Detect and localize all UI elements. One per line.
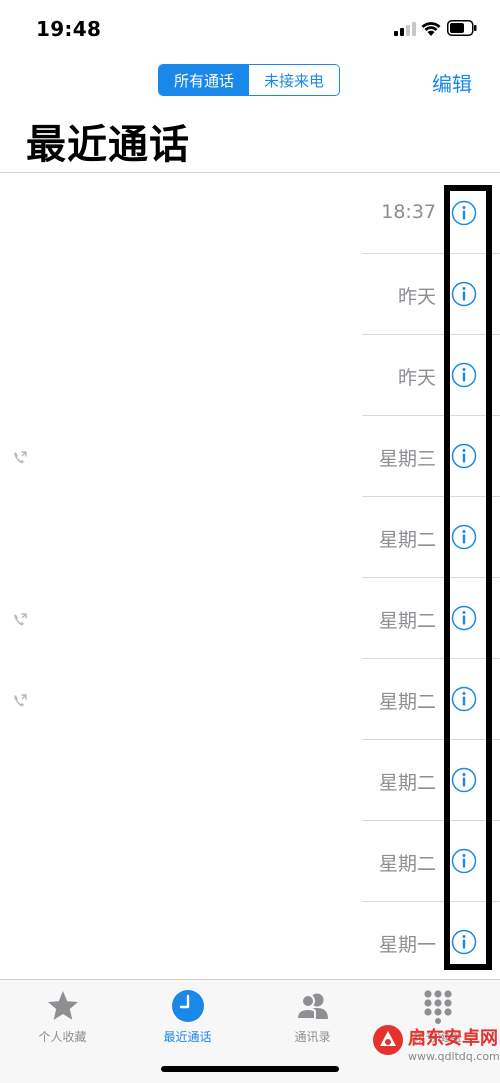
call-time: 星期二 xyxy=(378,853,436,875)
status-bar: 19:48 xyxy=(0,0,500,56)
tab-recents[interactable]: 最近通话 xyxy=(125,988,250,1045)
info-icon[interactable] xyxy=(451,929,477,955)
info-icon[interactable] xyxy=(451,848,477,874)
outgoing-call-icon xyxy=(14,694,27,707)
star-icon xyxy=(47,991,78,1020)
call-time: 星期三 xyxy=(378,448,436,470)
watermark-logo-icon xyxy=(373,1025,403,1055)
tab-contacts[interactable]: 通讯录 xyxy=(250,988,375,1045)
call-row[interactable]: 星期三 xyxy=(0,416,500,497)
call-row[interactable]: 昨天 xyxy=(0,254,500,335)
call-row[interactable]: 星期二 xyxy=(0,821,500,902)
watermark-name: 启东安卓网 xyxy=(408,1028,498,1049)
call-time: 昨天 xyxy=(397,286,436,308)
battery-icon xyxy=(447,20,477,36)
segment-missed-calls[interactable]: 未接来电 xyxy=(249,65,339,95)
tab-label: 个人收藏 xyxy=(38,1030,87,1044)
info-icon[interactable] xyxy=(451,443,477,469)
call-time: 星期二 xyxy=(378,529,436,551)
watermark-url: www.qdltdq.com xyxy=(408,1050,500,1063)
call-time: 星期二 xyxy=(378,691,436,713)
tab-label: 通讯录 xyxy=(294,1030,331,1044)
wifi-icon xyxy=(421,22,441,36)
call-time: 星期二 xyxy=(378,772,436,794)
call-time: 昨天 xyxy=(397,367,436,389)
tab-favorites[interactable]: 个人收藏 xyxy=(0,988,125,1045)
call-row[interactable]: 星期二 xyxy=(0,740,500,821)
page-title: 最近通话 xyxy=(26,122,190,168)
info-icon[interactable] xyxy=(451,767,477,793)
cellular-signal-icon xyxy=(394,22,416,36)
call-time: 星期一 xyxy=(378,934,436,956)
clock-icon xyxy=(171,990,204,1022)
info-icon[interactable] xyxy=(451,524,477,550)
call-time: 18:37 xyxy=(381,201,436,223)
outgoing-call-icon xyxy=(14,613,27,626)
contacts-icon xyxy=(295,993,328,1020)
watermark: 启东安卓网 www.qdltdq.com xyxy=(372,1018,500,1080)
call-row[interactable]: 星期二 xyxy=(0,497,500,578)
info-icon[interactable] xyxy=(451,686,477,712)
status-time: 19:48 xyxy=(36,17,102,41)
tab-label: 最近通话 xyxy=(163,1030,212,1044)
call-row[interactable]: 星期二 xyxy=(0,659,500,740)
segment-all-calls[interactable]: 所有通话 xyxy=(159,65,249,95)
home-indicator xyxy=(161,1066,339,1072)
call-filter-segmented-control: 所有通话 未接来电 xyxy=(158,64,340,96)
call-row[interactable]: 18:37 xyxy=(0,173,500,254)
call-row[interactable]: 星期二 xyxy=(0,578,500,659)
info-icon[interactable] xyxy=(451,281,477,307)
edit-button[interactable]: 编辑 xyxy=(432,68,472,97)
info-icon[interactable] xyxy=(451,362,477,388)
call-row[interactable]: 星期一 xyxy=(0,902,500,979)
outgoing-call-icon xyxy=(14,451,27,464)
info-icon[interactable] xyxy=(451,200,477,226)
recent-calls-list: 18:37 昨天 昨天 星期三 星期二 星期二 星期二 星期二 星期二 星期一 xyxy=(0,173,500,979)
phone-screen: 19:48 所有通话 未接来电 编辑 最近通话 18:37 昨天 昨天 星期三 … xyxy=(0,0,500,1083)
call-row[interactable]: 昨天 xyxy=(0,335,500,416)
call-time: 星期二 xyxy=(378,610,436,632)
info-icon[interactable] xyxy=(451,605,477,631)
